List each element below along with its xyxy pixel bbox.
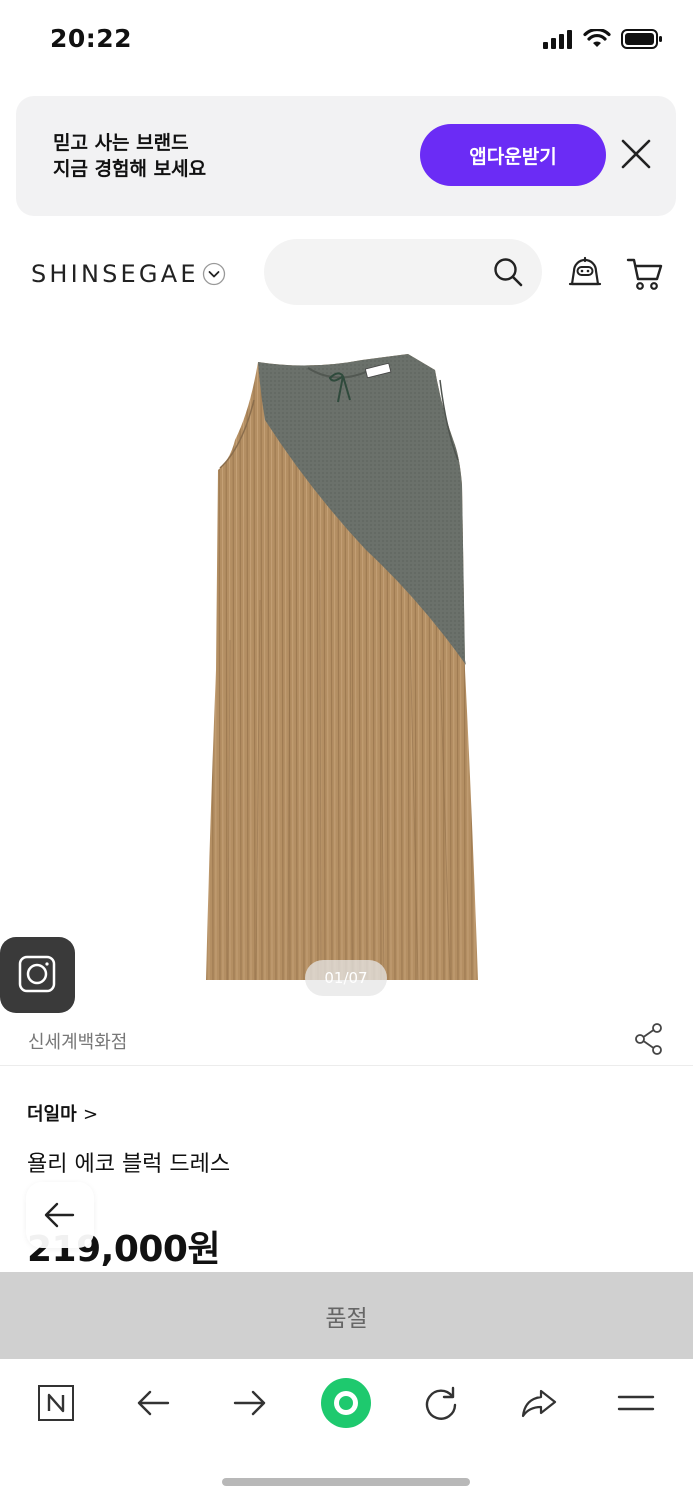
soldout-button[interactable]: 품절 bbox=[0, 1272, 693, 1359]
product-image[interactable] bbox=[190, 340, 510, 990]
banner-line-1: 믿고 사는 브랜드 bbox=[53, 132, 189, 154]
back-arrow-icon bbox=[137, 1390, 170, 1416]
signal-icon bbox=[543, 30, 572, 49]
browser-forward-button[interactable] bbox=[228, 1381, 272, 1425]
forward-arrow-icon bbox=[233, 1390, 266, 1416]
status-time: 20:22 bbox=[50, 24, 133, 53]
green-dot-icon bbox=[321, 1378, 371, 1428]
brand-name: 더일마 bbox=[27, 1104, 77, 1125]
divider bbox=[0, 1065, 693, 1066]
battery-icon bbox=[621, 29, 662, 49]
naver-home-button[interactable] bbox=[34, 1381, 78, 1425]
shinsegae-logo[interactable]: SHINSEGAE bbox=[31, 260, 199, 288]
reload-button[interactable] bbox=[419, 1381, 463, 1425]
chevron-right-icon: > bbox=[82, 1104, 99, 1125]
instagram-icon bbox=[18, 955, 56, 993]
status-bar: 20:22 bbox=[0, 0, 693, 84]
status-icons bbox=[543, 28, 663, 50]
menu-icon bbox=[617, 1395, 655, 1411]
search-icon[interactable] bbox=[492, 256, 524, 288]
brand-link[interactable]: 더일마 > bbox=[27, 1100, 98, 1126]
chevron-down-icon[interactable] bbox=[202, 262, 226, 286]
wifi-icon bbox=[583, 29, 611, 47]
green-dot-button[interactable] bbox=[320, 1377, 372, 1429]
browser-back-button[interactable] bbox=[131, 1381, 175, 1425]
chatbot-icon[interactable] bbox=[568, 256, 602, 290]
banner-text: 믿고 사는 브랜드 지금 경험해 보세요 bbox=[53, 130, 206, 182]
product-name: 욜리 에코 블럭 드레스 bbox=[27, 1152, 231, 1177]
back-arrow-icon bbox=[44, 1202, 75, 1228]
share-arrow-icon bbox=[521, 1389, 557, 1418]
instagram-button[interactable] bbox=[0, 937, 75, 1013]
image-counter: 01/07 bbox=[305, 960, 387, 996]
menu-button[interactable] bbox=[614, 1381, 658, 1425]
app-download-button[interactable]: 앱다운받기 bbox=[420, 124, 606, 186]
cart-icon[interactable] bbox=[626, 256, 664, 292]
browser-toolbar bbox=[0, 1359, 693, 1500]
reload-icon bbox=[425, 1386, 457, 1420]
naver-n-icon bbox=[38, 1385, 74, 1421]
share-icon[interactable] bbox=[634, 1022, 664, 1056]
search-input[interactable] bbox=[264, 239, 542, 305]
app-download-banner: 믿고 사는 브랜드 지금 경험해 보세요 앱다운받기 bbox=[16, 96, 676, 216]
store-name[interactable]: 신세계백화점 bbox=[28, 1028, 127, 1054]
banner-line-2: 지금 경험해 보세요 bbox=[53, 158, 207, 180]
share-page-button[interactable] bbox=[517, 1381, 561, 1425]
home-indicator[interactable] bbox=[222, 1478, 470, 1486]
close-icon[interactable] bbox=[616, 134, 656, 174]
back-button[interactable] bbox=[26, 1182, 94, 1248]
